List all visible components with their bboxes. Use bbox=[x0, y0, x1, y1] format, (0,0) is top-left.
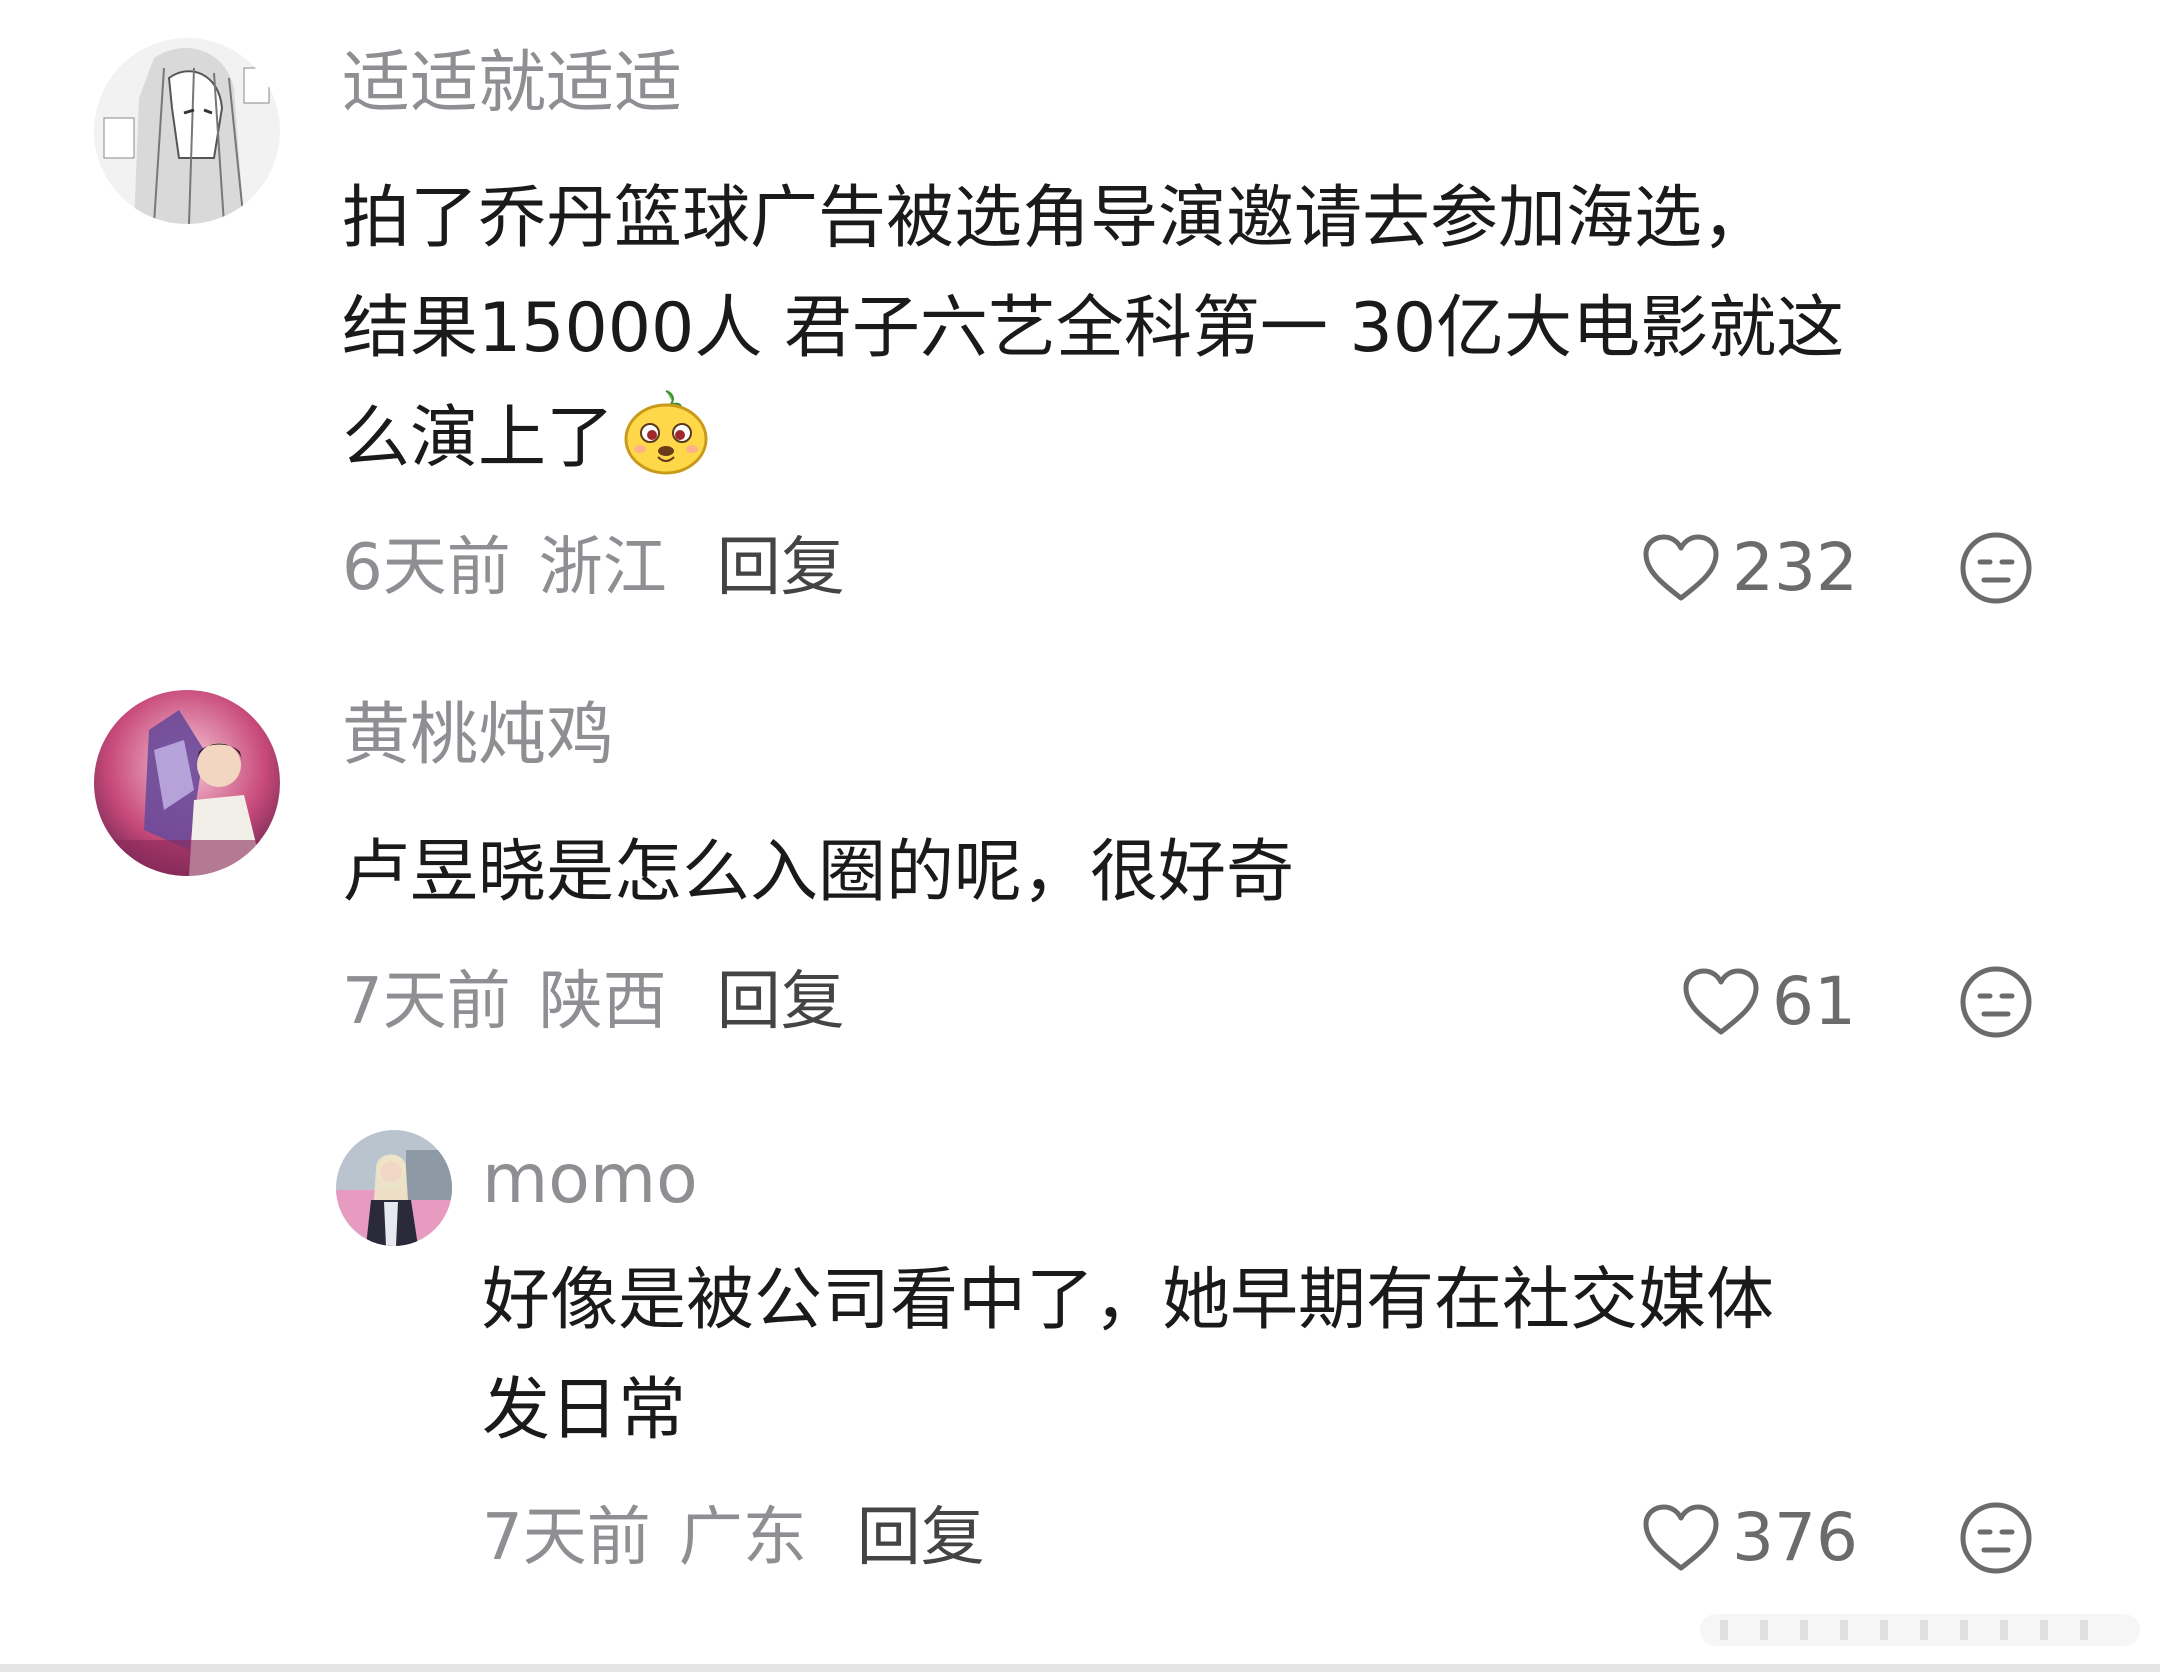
comment-location: 陕西 bbox=[538, 965, 667, 1039]
comment-time: 6天前 bbox=[342, 531, 511, 605]
comment-text-line: 好像是被公司看中了，她早期有在社交媒体 bbox=[482, 1261, 1775, 1340]
meh-face-icon bbox=[1960, 966, 2032, 1038]
comment-text: 卢昱晓是怎么入圈的呢，很好奇 bbox=[342, 818, 1294, 928]
dislike-button[interactable] bbox=[1958, 1500, 2034, 1576]
heart-outline-icon bbox=[1643, 1504, 1719, 1571]
reply-button[interactable]: 回复 bbox=[717, 531, 845, 605]
comment-time: 7天前 bbox=[482, 1501, 651, 1575]
username[interactable]: 黄桃炖鸡 bbox=[342, 696, 614, 776]
comment-meta: 7天前 广东 回复 bbox=[482, 1498, 985, 1578]
photo-avatar-image bbox=[336, 1130, 452, 1246]
avatar[interactable] bbox=[336, 1130, 452, 1246]
watermark-strip bbox=[1700, 1610, 2140, 1650]
heart-outline-icon bbox=[1643, 534, 1719, 601]
comment-text-line: 么演上了 bbox=[342, 384, 1844, 494]
comment-time: 7天前 bbox=[342, 965, 511, 1039]
comment-text-line: 结果15000人 君子六艺全科第一 30亿大电影就这 bbox=[342, 289, 1845, 368]
comment-meta: 6天前 浙江 回复 bbox=[342, 528, 845, 608]
like-button[interactable]: 61 bbox=[1680, 962, 1856, 1042]
comment-text: 拍了乔丹篮球广告被选角导演邀请去参加海选， 结果15000人 君子六艺全科第一 … bbox=[342, 164, 1844, 494]
like-count: 61 bbox=[1772, 963, 1856, 1040]
mascot-emoji-icon bbox=[622, 387, 710, 475]
like-button[interactable]: 376 bbox=[1640, 1498, 1858, 1578]
username[interactable]: momo bbox=[482, 1140, 698, 1220]
comment-text-line: 拍了乔丹篮球广告被选角导演邀请去参加海选， bbox=[342, 179, 1771, 258]
comment-text: 好像是被公司看中了，她早期有在社交媒体 发日常 bbox=[482, 1246, 1774, 1466]
username[interactable]: 适适就适适 bbox=[342, 44, 682, 124]
comment-text-fragment: 么演上了 bbox=[342, 399, 615, 478]
like-button[interactable]: 232 bbox=[1640, 528, 1858, 608]
reply-button[interactable]: 回复 bbox=[857, 1501, 985, 1575]
heart-outline-icon bbox=[1683, 968, 1759, 1035]
comment-text-line: 发日常 bbox=[482, 1371, 687, 1450]
like-count: 376 bbox=[1732, 1499, 1858, 1576]
reply-button[interactable]: 回复 bbox=[717, 965, 845, 1039]
dislike-button[interactable] bbox=[1958, 964, 2034, 1040]
dislike-button[interactable] bbox=[1958, 530, 2034, 606]
comment-text-line: 卢昱晓是怎么入圈的呢，很好奇 bbox=[342, 833, 1295, 912]
meh-face-icon bbox=[1960, 532, 2032, 604]
manga-avatar-image bbox=[94, 38, 280, 224]
comment-meta: 7天前 陕西 回复 bbox=[342, 962, 845, 1042]
avatar[interactable] bbox=[94, 690, 280, 876]
stage-avatar-image bbox=[94, 690, 280, 876]
like-count: 232 bbox=[1732, 529, 1858, 606]
comment-location: 广东 bbox=[678, 1501, 807, 1575]
meh-face-icon bbox=[1960, 1502, 2032, 1574]
comment-location: 浙江 bbox=[538, 531, 667, 605]
avatar[interactable] bbox=[94, 38, 280, 224]
bottom-divider bbox=[0, 1664, 2160, 1672]
